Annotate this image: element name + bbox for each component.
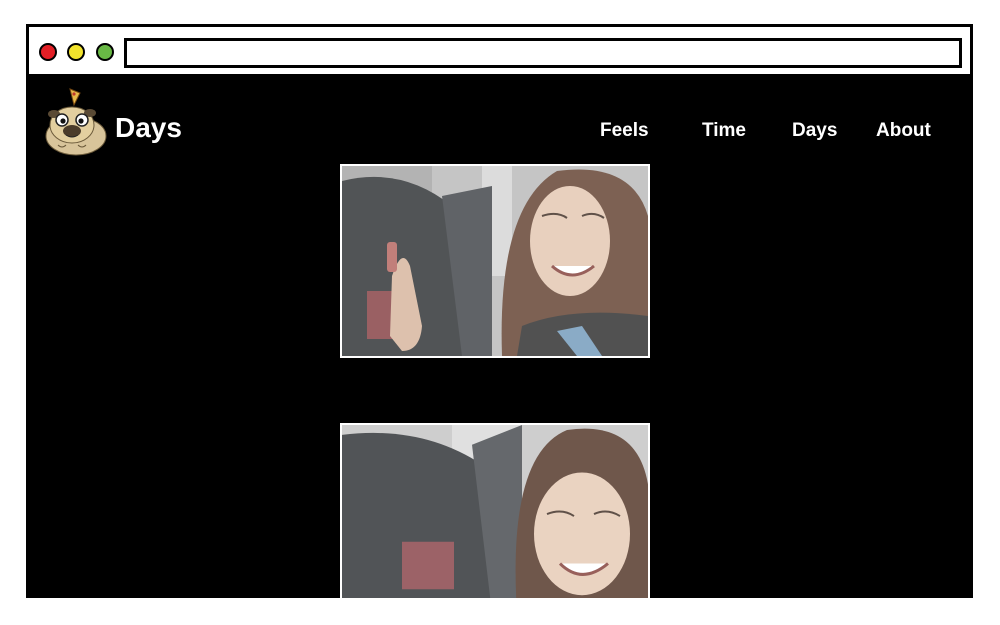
nav-link-days[interactable]: Days bbox=[792, 119, 837, 143]
browser-window: Days Feels Time Days About bbox=[26, 24, 973, 598]
maximize-window-button[interactable] bbox=[96, 43, 114, 61]
address-bar[interactable] bbox=[124, 38, 962, 68]
nav-link-about[interactable]: About bbox=[876, 119, 931, 143]
browser-chrome bbox=[26, 24, 973, 77]
photo-smiling-in-car[interactable] bbox=[340, 164, 650, 358]
nav-link-time[interactable]: Time bbox=[702, 119, 746, 143]
site-header: Days Feels Time Days About bbox=[26, 77, 973, 163]
main-nav: Feels Time Days About bbox=[26, 119, 973, 143]
minimize-window-button[interactable] bbox=[67, 43, 85, 61]
nav-link-feels[interactable]: Feels bbox=[600, 119, 649, 143]
photo-laughing-in-car[interactable] bbox=[340, 423, 650, 598]
close-window-button[interactable] bbox=[39, 43, 57, 61]
